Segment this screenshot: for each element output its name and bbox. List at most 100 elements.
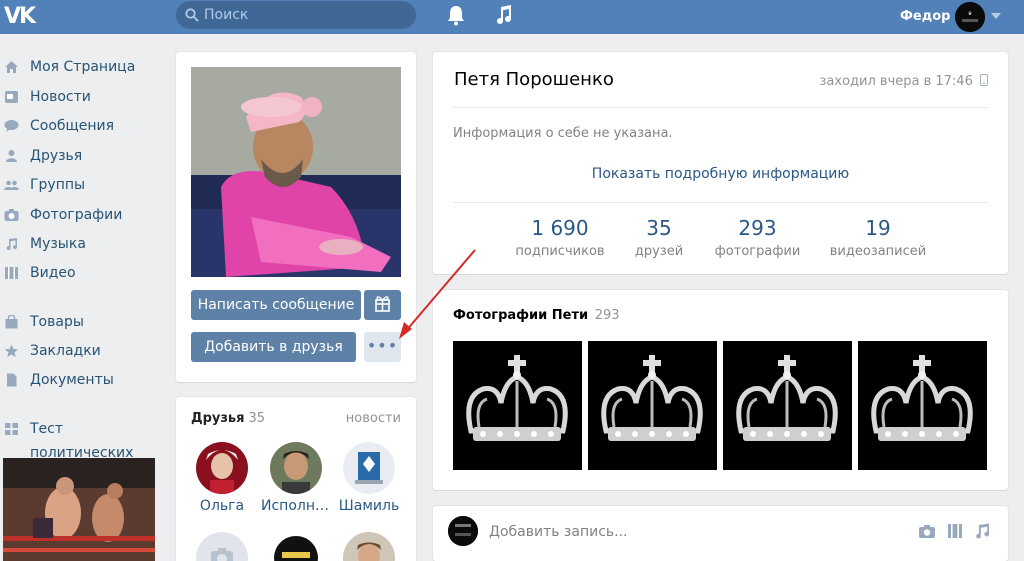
sidebar-item-news[interactable]: Новости xyxy=(0,85,168,109)
photos-card: Фотографии Пети 293 xyxy=(433,290,1008,490)
crown-image xyxy=(858,341,987,470)
stat-label: подписчиков xyxy=(515,244,605,259)
about-text: Информация о себе не указана. xyxy=(453,126,673,141)
friend-item[interactable]: Ольга xyxy=(187,442,257,514)
sidebar-item-label: Друзья xyxy=(30,148,83,164)
friend-name[interactable]: Исполнит… xyxy=(261,498,331,514)
music-note-icon[interactable] xyxy=(494,4,514,26)
search-placeholder: Поиск xyxy=(204,7,249,23)
friends-count: 35 xyxy=(248,411,266,426)
last-seen-status: заходил вчера в 17:46 xyxy=(819,74,988,89)
camera-icon[interactable] xyxy=(918,523,936,539)
friend-avatar[interactable] xyxy=(270,532,322,561)
friend-item[interactable]: Шамиль xyxy=(334,442,404,514)
stat-label: друзей xyxy=(634,244,684,259)
photo-thumbnail[interactable] xyxy=(858,341,987,470)
friend-avatar[interactable] xyxy=(343,532,395,561)
video-icon[interactable] xyxy=(946,523,964,539)
friend-item[interactable] xyxy=(261,532,331,561)
sidebar-item-music[interactable]: Музыка xyxy=(0,232,168,256)
friend-avatar[interactable] xyxy=(196,442,248,494)
friend-avatar[interactable] xyxy=(270,442,322,494)
messages-icon xyxy=(4,120,19,132)
bell-icon[interactable] xyxy=(446,4,466,26)
add-friend-button[interactable]: Добавить в друзья xyxy=(191,332,356,362)
groups-icon xyxy=(4,180,19,190)
photo-thumbnail[interactable] xyxy=(588,341,717,470)
divider xyxy=(453,107,988,108)
stat-friends[interactable]: 35 друзей xyxy=(619,216,699,259)
friend-item[interactable] xyxy=(334,532,404,561)
apps-icon xyxy=(5,423,18,435)
current-user-name[interactable]: Федор xyxy=(900,9,950,24)
new-post-input[interactable]: Добавить запись... xyxy=(489,524,628,540)
sidebar-item-label: Закладки xyxy=(30,343,101,359)
sidebar-item-label: Документы xyxy=(30,372,114,388)
search-icon xyxy=(185,8,199,22)
friends-card: Друзья35 новости Ольга Исполнит… Шамиль xyxy=(176,397,416,561)
crown-image xyxy=(723,341,852,470)
document-icon xyxy=(7,373,17,387)
friends-news-link[interactable]: новости xyxy=(346,411,401,426)
stat-number: 1 690 xyxy=(531,216,589,240)
top-bar: VK Поиск Федор ♛ xyxy=(0,0,1024,34)
stat-videos[interactable]: 19 видеозаписей xyxy=(818,216,938,259)
friends-title: Друзья xyxy=(191,411,245,426)
vk-logo[interactable]: VK xyxy=(4,4,40,30)
profile-photo[interactable] xyxy=(191,67,401,277)
sidebar-item-label: Товары xyxy=(30,314,84,330)
stat-number: 293 xyxy=(738,216,777,240)
chevron-down-icon[interactable] xyxy=(991,13,1001,19)
svg-text:♛: ♛ xyxy=(968,11,972,17)
current-user-avatar xyxy=(448,516,478,546)
sidebar-item-my-page[interactable]: Моя Страница xyxy=(0,55,168,79)
photo-thumbnail[interactable] xyxy=(453,341,582,470)
annotation-arrow xyxy=(399,249,476,339)
sidebar-item-groups[interactable]: Группы xyxy=(0,173,168,197)
stat-photos[interactable]: 293 фотографии xyxy=(705,216,810,259)
stat-number: 35 xyxy=(646,216,672,240)
star-icon xyxy=(4,344,19,358)
stat-followers[interactable]: 1 690 подписчиков xyxy=(505,216,615,259)
bag-icon xyxy=(5,315,18,329)
promo-image[interactable] xyxy=(3,458,155,561)
news-icon xyxy=(5,91,18,103)
sidebar-item-messages[interactable]: Сообщения xyxy=(0,114,168,138)
sidebar-item-bookmarks[interactable]: Закладки xyxy=(0,339,168,363)
crown-image xyxy=(453,341,582,470)
search-input[interactable]: Поиск xyxy=(176,1,416,29)
sidebar-item-label: Сообщения xyxy=(30,118,115,134)
send-message-button[interactable]: Написать сообщение xyxy=(191,290,361,320)
friend-name[interactable]: Ольга xyxy=(187,498,257,514)
stat-number: 19 xyxy=(865,216,891,240)
music-icon xyxy=(6,238,18,251)
video-icon xyxy=(5,267,18,279)
divider xyxy=(453,202,988,203)
sidebar-item-video[interactable]: Видео xyxy=(0,261,168,285)
show-details-link[interactable]: Показать подробную информацию xyxy=(433,166,1008,182)
sidebar-item-label: Музыка xyxy=(30,236,86,252)
sidebar-item-photos[interactable]: Фотографии xyxy=(0,203,168,227)
sidebar-item-app-test[interactable]: Тест политических xyxy=(0,417,168,461)
sidebar-item-friends[interactable]: Друзья xyxy=(0,144,168,168)
sidebar-item-goods[interactable]: Товары xyxy=(0,310,168,334)
friend-name[interactable]: Шамиль xyxy=(334,498,404,514)
friend-avatar[interactable] xyxy=(196,532,248,561)
friend-item[interactable] xyxy=(187,532,257,561)
sidebar-item-label: Тест политических xyxy=(30,421,134,461)
photo-thumbnail[interactable] xyxy=(723,341,852,470)
stat-label: видеозаписей xyxy=(829,244,927,259)
friend-item[interactable]: Исполнит… xyxy=(261,442,331,514)
last-seen-text: заходил вчера в 17:46 xyxy=(819,74,973,89)
mobile-icon xyxy=(980,74,988,86)
sidebar-item-label: Моя Страница xyxy=(30,59,136,75)
current-user-avatar[interactable]: ♛ xyxy=(955,2,985,32)
friends-heading[interactable]: Друзья 35 xyxy=(191,411,265,426)
profile-name: Петя Порошенко xyxy=(454,69,614,90)
friend-avatar[interactable] xyxy=(343,442,395,494)
sidebar-item-documents[interactable]: Документы xyxy=(0,368,168,392)
friends-icon xyxy=(6,150,17,162)
music-icon[interactable] xyxy=(973,523,991,539)
camera-icon xyxy=(4,209,19,221)
profile-photo-card: Написать сообщение Добавить в друзья ••• xyxy=(176,52,416,382)
